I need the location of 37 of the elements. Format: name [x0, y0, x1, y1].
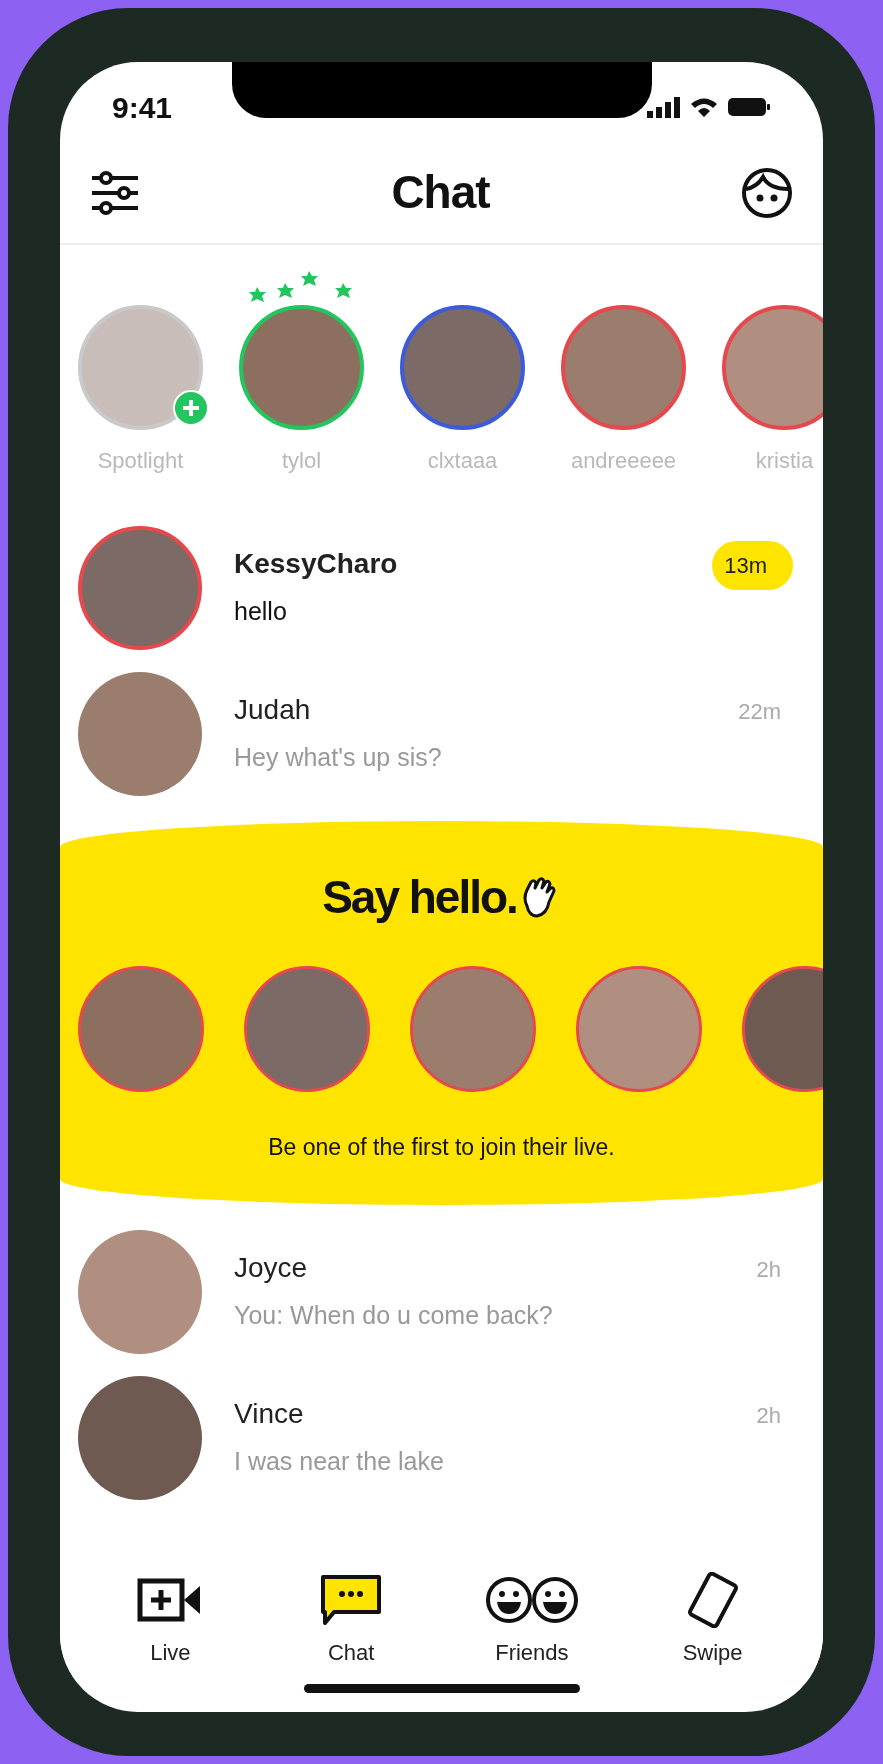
tab-button[interactable]: Friends: [466, 1572, 597, 1669]
story-name: andreeeee: [570, 447, 677, 475]
message-time: 2h: [755, 1256, 782, 1284]
add-badge-icon[interactable]: [173, 390, 209, 426]
signal-icon: [647, 96, 681, 118]
chat-row[interactable]: KessyCharo hello 13m: [60, 515, 823, 661]
wifi-icon: [689, 96, 719, 118]
chat-row[interactable]: Judah Hey what's up sis? 22m: [60, 661, 823, 807]
chat-row[interactable]: Vince I was near the lake 2h: [60, 1365, 823, 1511]
story-name: tylol: [281, 447, 322, 475]
profile-face-icon[interactable]: [741, 166, 793, 219]
tab-button[interactable]: Live: [105, 1572, 236, 1669]
contact-name: Vince: [234, 1397, 305, 1431]
chat-row[interactable]: Joyce You: When do u come back? 2h: [60, 1219, 823, 1365]
message-time: 13m: [712, 541, 793, 590]
message-preview: hello: [234, 596, 288, 627]
message-preview: I was near the lake: [234, 1446, 445, 1477]
two-smileys-icon: [484, 1576, 579, 1624]
story-name: clxtaaa: [427, 447, 498, 475]
story-name: Spotlight: [97, 447, 184, 475]
story-name: kristia: [755, 447, 814, 475]
screen-title: Chat: [391, 165, 490, 220]
message-preview: Hey what's up sis?: [234, 742, 443, 773]
contact-name: Judah: [234, 693, 312, 727]
banner-subtitle: Be one of the first to join their live.: [268, 1133, 615, 1162]
tab-button[interactable]: Swipe: [647, 1572, 778, 1669]
chat-bubble-icon: [320, 1574, 383, 1626]
filter-icon[interactable]: [90, 169, 140, 216]
message-preview: You: When do u come back?: [234, 1300, 554, 1331]
contact-name: Joyce: [234, 1251, 309, 1285]
status-time: 9:41: [112, 89, 173, 126]
contact-name: KessyCharo: [234, 547, 399, 581]
banner-title: Say hello.: [322, 870, 517, 925]
message-time: 22m: [737, 698, 782, 726]
tab-button[interactable]: Chat: [286, 1572, 417, 1669]
message-time: 2h: [755, 1402, 782, 1430]
battery-icon: [727, 96, 771, 118]
